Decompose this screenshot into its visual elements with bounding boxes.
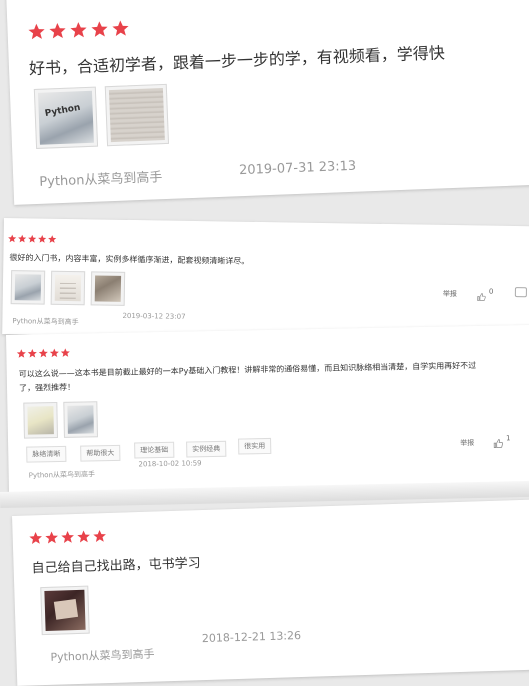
star-icon (76, 530, 90, 544)
review-card-2: 很好的入门书，内容丰富，实例多样循序渐进，配套视频清晰详尽。 Python从菜鸟… (2, 218, 529, 343)
review-image-2[interactable] (50, 270, 86, 306)
star-icon (18, 234, 27, 243)
star-icon (60, 530, 74, 544)
review-card-1: 好书，合适初学者，跟着一步一步的学，有视频看，学得快 Python Python… (6, 0, 529, 205)
star-icon (38, 235, 47, 244)
star-icon (44, 531, 58, 545)
review-tag: 脉络清晰 (26, 445, 67, 463)
review-image-1[interactable]: Python (33, 86, 99, 149)
cover-label: Python (44, 102, 82, 120)
review-tag: 帮助很大 (80, 444, 121, 462)
review-tag: 实例经典 (186, 440, 227, 458)
thumbs-up-icon (493, 433, 504, 449)
review-card-4: 自己给自己找出路，屯书学习 Python从菜鸟到高手 2018-12-21 13… (12, 499, 529, 686)
like-count: 1 (506, 434, 511, 443)
star-icon (60, 348, 70, 358)
product-name: Python从菜鸟到高手 (39, 170, 163, 190)
star-rating (16, 348, 70, 359)
star-icon (16, 349, 26, 359)
review-image-1[interactable] (23, 402, 58, 439)
product-name: Python从菜鸟到高手 (50, 647, 155, 664)
star-icon (49, 348, 59, 358)
star-icon (38, 348, 48, 358)
star-rating (27, 19, 130, 41)
review-date: 2018-12-21 13:26 (201, 628, 302, 646)
review-tag: 很实用 (238, 437, 272, 455)
report-link[interactable]: 举报 (443, 289, 457, 299)
review-date: 2018-10-02 10:59 (138, 459, 202, 469)
star-rating (28, 529, 106, 545)
review-text: 很好的入门书，内容丰富，实例多样循序渐进，配套视频清晰详尽。 (9, 253, 250, 266)
like-button[interactable]: 1 (493, 433, 511, 449)
star-icon (48, 235, 57, 244)
review-image-2[interactable] (63, 401, 98, 438)
star-icon (69, 21, 88, 40)
star-icon (92, 529, 106, 543)
review-image-1[interactable] (10, 270, 46, 305)
star-icon (27, 348, 37, 358)
review-tag: 理论基础 (134, 441, 175, 459)
review-text-line-2: 了，强烈推荐！ (18, 382, 76, 393)
review-text: 自己给自己找出路，屯书学习 (31, 556, 201, 577)
review-image-2[interactable] (104, 83, 170, 147)
review-text: 好书，合适初学者，跟着一步一步的学，有视频看，学得快 (28, 43, 446, 79)
star-rating (8, 234, 57, 244)
star-icon (28, 531, 42, 545)
star-icon (48, 22, 67, 41)
like-count: 0 (488, 287, 494, 296)
star-icon (90, 20, 109, 39)
star-icon (111, 19, 130, 38)
review-date: 2019-07-31 23:13 (238, 158, 357, 179)
star-icon (8, 234, 17, 243)
review-image-1[interactable] (40, 585, 90, 636)
comment-icon[interactable] (514, 287, 527, 298)
report-link[interactable]: 举报 (460, 438, 474, 448)
thumbs-up-icon (477, 286, 486, 301)
review-image-3[interactable] (90, 271, 126, 306)
like-button[interactable]: 0 (477, 286, 494, 301)
product-name: Python从菜鸟到高手 (12, 317, 79, 327)
review-date: 2019-03-12 23:07 (122, 311, 186, 321)
star-icon (28, 234, 37, 243)
review-card-3: 可以这么说——这本书是目前截止最好的一本Py基础入门教程！讲解非常的通俗易懂，而… (6, 324, 529, 495)
review-text-line-1: 可以这么说——这本书是目前截止最好的一本Py基础入门教程！讲解非常的通俗易懂，而… (18, 360, 477, 379)
product-name: Python从菜鸟到高手 (28, 470, 96, 480)
star-icon (27, 23, 46, 42)
